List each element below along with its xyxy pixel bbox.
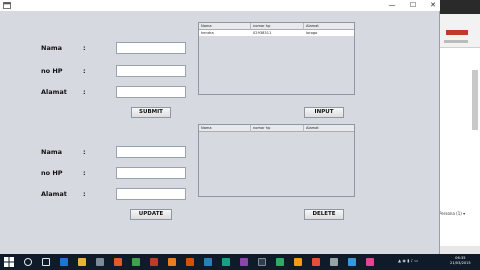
cell-nama: hendra — [201, 31, 214, 35]
app-window: — ☐ ✕ Nama : no HP : Alamat : SUBMIT Nam… — [0, 0, 440, 255]
column-header-nomor-hp-2[interactable]: nomor hp — [251, 125, 304, 132]
column-header-alamat[interactable]: Alamat — [304, 23, 356, 30]
app-icon-blue-2[interactable] — [348, 258, 356, 266]
search-icon[interactable] — [24, 258, 32, 266]
background-app-statusbar — [438, 246, 480, 254]
background-app-toolbar-line — [444, 40, 468, 43]
app-icon-purple[interactable] — [240, 258, 248, 266]
nama-label-2: Nama — [41, 148, 62, 156]
background-app-titlebar — [438, 0, 480, 14]
java-app-icon — [3, 2, 11, 9]
alamat-label-2: Alamat — [41, 190, 67, 198]
alamat-colon: : — [83, 88, 86, 96]
nohp-label-2: no HP — [41, 169, 63, 177]
background-app-scrollbar[interactable] — [472, 70, 478, 130]
table-row[interactable]: hendra 02938311 lorogo — [199, 30, 354, 36]
minimize-button[interactable]: — — [383, 0, 401, 11]
alamat-label: Alamat — [41, 88, 67, 96]
nama-colon-2: : — [83, 148, 86, 156]
app-icon-pink[interactable] — [366, 258, 374, 266]
app-icon-green[interactable] — [276, 258, 284, 266]
window-titlebar: — ☐ ✕ — [0, 0, 440, 11]
table-header: Nama nomor hp Alamat — [199, 23, 354, 30]
submit-button[interactable]: SUBMIT — [131, 107, 171, 118]
app-icon-red[interactable] — [150, 258, 158, 266]
taskbar: ▲ ◉ ▮ ♪ ▭ 06:35 21/03/2015 — [0, 254, 480, 270]
background-app-highlight — [446, 30, 468, 35]
firefox-icon[interactable] — [114, 258, 122, 266]
nohp-label: no HP — [41, 67, 63, 75]
nama-input-2[interactable] — [116, 146, 186, 158]
system-tray[interactable]: ▲ ◉ ▮ ♪ ▭ — [398, 258, 418, 263]
column-header-alamat-2[interactable]: Alamat — [304, 125, 356, 132]
update-button[interactable]: UPDATE — [130, 209, 172, 220]
task-view-icon[interactable] — [42, 258, 50, 266]
nohp-input[interactable] — [116, 65, 186, 77]
background-app-text: Persona (1) ▾ — [439, 211, 466, 216]
file-explorer-icon[interactable] — [78, 258, 86, 266]
column-header-nomor-hp[interactable]: nomor hp — [251, 23, 304, 30]
alamat-input[interactable] — [116, 86, 186, 98]
edge-browser-icon[interactable] — [60, 258, 68, 266]
data-table-bottom[interactable]: Nama nomor hp Alamat — [198, 124, 355, 197]
nohp-input-2[interactable] — [116, 167, 186, 179]
table-header-2: Nama nomor hp Alamat — [199, 125, 354, 132]
alamat-colon-2: : — [83, 190, 86, 198]
nama-colon: : — [83, 44, 86, 52]
maximize-button[interactable]: ☐ — [404, 0, 422, 11]
clock[interactable]: 06:35 21/03/2015 — [450, 256, 471, 266]
app-icon-teal[interactable] — [222, 258, 230, 266]
app-icon-yellow[interactable] — [294, 258, 302, 266]
close-button[interactable]: ✕ — [424, 0, 442, 11]
column-header-nama[interactable]: Nama — [199, 23, 251, 30]
delete-button[interactable]: DELETE — [304, 209, 344, 220]
cell-nomor-hp: 02938311 — [253, 31, 272, 35]
java-taskbar-icon[interactable] — [312, 258, 320, 266]
app-icon-orange-2[interactable] — [186, 258, 194, 266]
chrome-icon[interactable] — [132, 258, 140, 266]
app-icon-dark[interactable] — [258, 258, 266, 266]
app-icon-grey[interactable] — [330, 258, 338, 266]
store-icon[interactable] — [96, 258, 104, 266]
nohp-colon-2: : — [83, 169, 86, 177]
nama-input[interactable] — [116, 42, 186, 54]
column-header-nama-2[interactable]: Nama — [199, 125, 251, 132]
clock-date: 21/03/2015 — [450, 261, 471, 265]
nohp-colon: : — [83, 67, 86, 75]
alamat-input-2[interactable] — [116, 188, 186, 200]
cell-alamat: lorogo — [306, 31, 318, 35]
data-table-top[interactable]: Nama nomor hp Alamat hendra 02938311 lor… — [198, 22, 355, 95]
start-windows-icon[interactable] — [4, 257, 14, 267]
nama-label: Nama — [41, 44, 62, 52]
app-icon-orange[interactable] — [168, 258, 176, 266]
app-icon-blue[interactable] — [204, 258, 212, 266]
input-button[interactable]: INPUT — [304, 107, 344, 118]
